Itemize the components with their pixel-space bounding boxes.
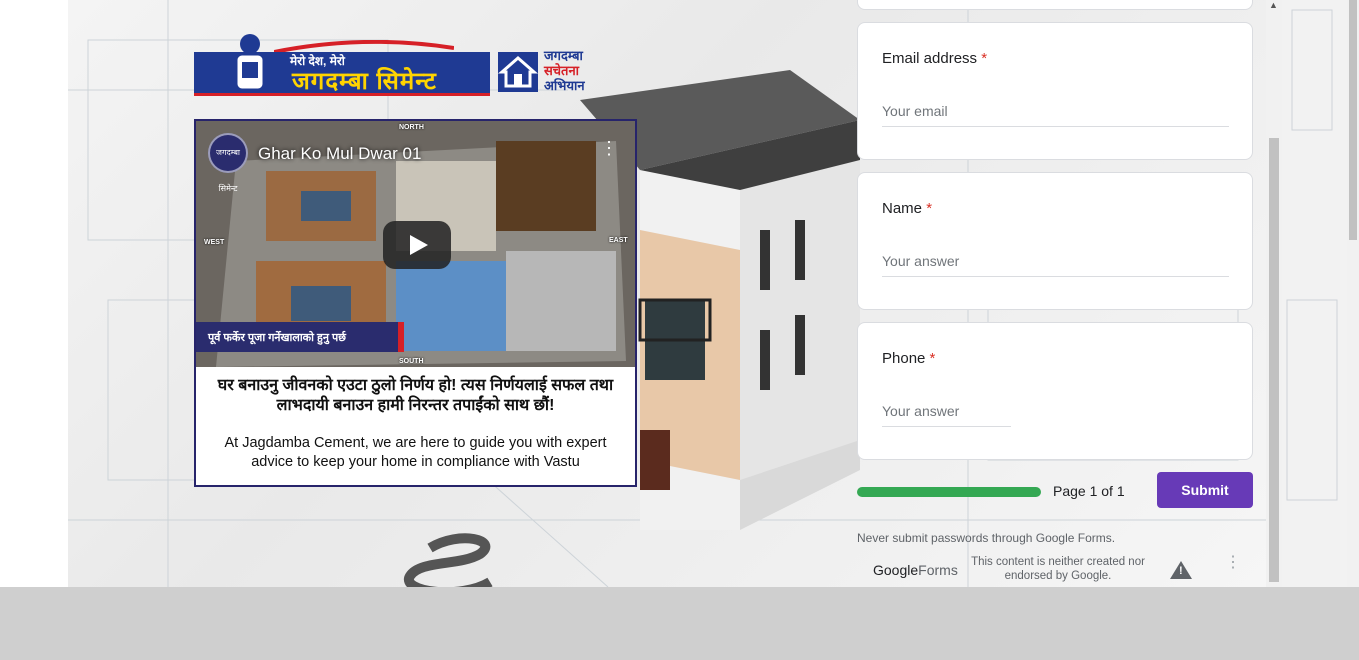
video-title[interactable]: Ghar Ko Mul Dwar 01: [258, 144, 421, 164]
worker-mascot-icon: [234, 34, 266, 92]
name-question-label: Name *: [882, 200, 933, 217]
compass-east: EAST: [609, 237, 628, 244]
phone-question-card: Phone * Your answer: [857, 322, 1253, 460]
previous-question-card: [857, 0, 1253, 10]
campaign-line-3: अभियान: [544, 78, 585, 93]
page-scrollbar-thumb[interactable]: [1349, 0, 1357, 240]
page-viewport: मेरो देश, मेरो जगदम्बा सिमेन्ट जगदम्बा स…: [0, 0, 1359, 587]
google-forms-logo[interactable]: GoogleForms: [873, 562, 958, 578]
video-card: जगदम्बा सिमेन्ट Ghar Ko Mul Dwar 01 ⋮ NO…: [194, 119, 637, 487]
progress-bar: [857, 487, 1041, 497]
required-asterisk: *: [929, 350, 936, 367]
video-player[interactable]: जगदम्बा सिमेन्ट Ghar Ko Mul Dwar 01 ⋮ NO…: [196, 121, 635, 367]
name-question-card: Name * Your answer: [857, 172, 1253, 310]
name-input[interactable]: Your answer: [882, 253, 1229, 277]
campaign-line-1: जगदम्बा: [544, 48, 583, 63]
required-asterisk: *: [981, 50, 988, 67]
page-right-gutter: [1282, 0, 1347, 587]
video-overlay-caption-text: पूर्व फर्केर पूजा गर्नेखालाको हुनु पर्छ: [208, 332, 346, 344]
page-indicator: Page 1 of 1: [1053, 483, 1125, 499]
google-disclaimer: This content is neither created nor endo…: [971, 556, 1145, 582]
video-description: घर बनाउनु जीवनको एउटा ठुलो निर्णय हो! त्…: [196, 376, 635, 472]
video-more-icon[interactable]: ⋮: [600, 139, 618, 157]
video-overlay-caption: पूर्व फर्केर पूजा गर्नेखालाको हुनु पर्छ: [196, 322, 404, 352]
form-scrollbar-thumb[interactable]: [1269, 138, 1279, 582]
submit-button[interactable]: Submit: [1157, 472, 1253, 508]
required-asterisk: *: [926, 200, 933, 217]
compass-west: WEST: [204, 239, 225, 246]
email-question-label: Email address *: [882, 50, 988, 67]
compass-north: NORTH: [399, 124, 424, 131]
phone-input[interactable]: Your answer: [882, 403, 1011, 427]
scroll-up-icon[interactable]: ▲: [1269, 0, 1278, 10]
page-scrollbar[interactable]: [1347, 0, 1359, 587]
empty-lower-area: [0, 587, 1359, 660]
compass-s-graphic: [403, 533, 493, 587]
jagdamba-cement-logo: मेरो देश, मेरो जगदम्बा सिमेन्ट जगदम्बा स…: [194, 30, 606, 98]
compass-south: SOUTH: [399, 358, 424, 365]
channel-avatar[interactable]: जगदम्बा सिमेन्ट: [208, 133, 248, 193]
logo-brand-name: जगदम्बा सिमेन्ट: [292, 68, 437, 95]
house-icon: [498, 52, 538, 92]
campaign-logo: जगदम्बा सचेतना अभियान: [498, 48, 606, 96]
english-message: At Jagdamba Cement, we are here to guide…: [224, 435, 607, 470]
campaign-line-2: सचेतना: [544, 63, 580, 78]
phone-question-label: Phone *: [882, 350, 936, 367]
report-abuse-icon[interactable]: !: [1170, 561, 1192, 579]
nepali-message: घर बनाउनु जीवनको एउटा ठुलो निर्णय हो! त्…: [217, 377, 614, 414]
more-options-icon[interactable]: ⋮: [1225, 555, 1241, 571]
form-scrollbar[interactable]: ▲: [1266, 0, 1282, 587]
password-warning: Never submit passwords through Google Fo…: [857, 531, 1116, 545]
forms-footer: GoogleForms This content is neither crea…: [857, 550, 1253, 587]
email-question-card: Email address * Your email: [857, 22, 1253, 160]
email-input[interactable]: Your email: [882, 103, 1229, 127]
play-button[interactable]: [383, 221, 451, 269]
